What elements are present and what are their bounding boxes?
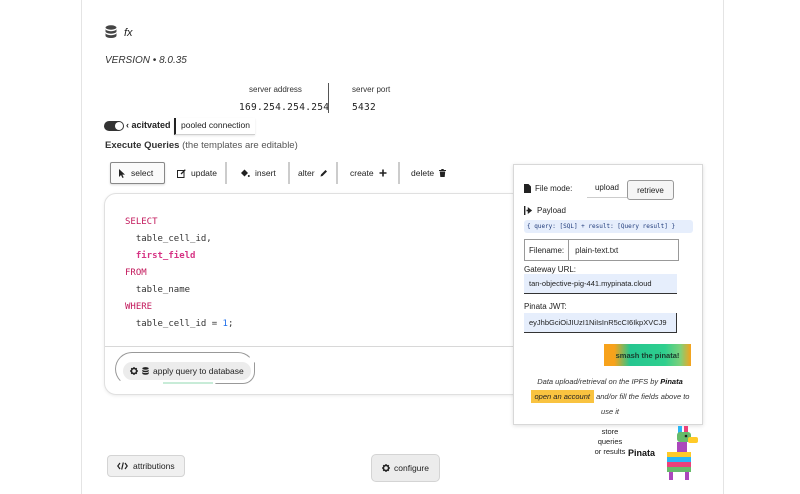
trash-icon [439, 169, 447, 177]
gear-icon [130, 367, 138, 375]
cursor-icon [119, 168, 125, 178]
delete-button[interactable]: delete [404, 162, 454, 184]
database-icon [105, 25, 117, 38]
editor-divider [105, 346, 523, 347]
execute-queries-heading: Execute Queries (the templates are edita… [105, 140, 298, 151]
filename-value[interactable]: plain-text.txt [569, 246, 618, 255]
pinata-info-end: and/or fill the fields above to use it [596, 392, 690, 416]
apply-query-label: apply query to database [153, 366, 244, 376]
code-icon [117, 462, 128, 470]
alter-label: alter [298, 168, 315, 178]
pinata-panel: File mode: upload retrieve Payload { que… [513, 164, 703, 425]
button-separator [225, 162, 227, 184]
button-separator [288, 162, 290, 184]
update-label: update [191, 168, 217, 178]
plus-icon [379, 169, 387, 177]
server-address-label: server address [249, 85, 302, 94]
sql-keyword-where: WHERE [125, 302, 153, 312]
attributions-label: attributions [133, 461, 175, 471]
tab-retrieve[interactable]: retrieve [627, 180, 674, 200]
sql-keyword-select: SELECT [125, 217, 158, 227]
pinata-info: Data upload/retrieval on the IPFS by Pin… [524, 374, 696, 419]
tab-upload[interactable]: upload [587, 178, 627, 198]
store-queries-text: store queries or results [594, 427, 626, 456]
jwt-label: Pinata JWT: [524, 302, 567, 311]
paint-bucket-icon [241, 169, 250, 177]
apply-underline [163, 382, 213, 384]
alter-button[interactable]: alter [291, 162, 338, 184]
function-icon[interactable]: fx [124, 27, 133, 39]
filename-field[interactable]: Filename: plain-text.txt [524, 240, 679, 261]
payload-text: Payload [537, 206, 566, 215]
connection-status-text: acitvated [131, 120, 171, 130]
page-right-border [723, 0, 724, 494]
attributions-button[interactable]: attributions [107, 455, 185, 477]
server-port-value: 5432 [352, 102, 377, 113]
smash-pinata-button[interactable]: smash the pinata! [604, 344, 691, 366]
sql-editor[interactable]: SELECT table_cell_id, first_field FROM t… [104, 193, 524, 395]
payload-value: { query: [SQL] + result: [Query result] … [524, 220, 693, 233]
gateway-url-input[interactable]: tan-objective-pig-441.mypinata.cloud [524, 274, 677, 294]
select-button[interactable]: select [110, 162, 165, 184]
configure-button[interactable]: configure [371, 454, 440, 482]
update-button[interactable]: update [170, 162, 227, 184]
pooled-connection-label[interactable]: pooled connection [174, 118, 256, 135]
jwt-input[interactable]: eyJhbGciOiJIUzI1NiIsInR5cCI6IkpXVCJ9 [524, 313, 677, 333]
edit-icon [177, 168, 186, 178]
page-left-border [81, 0, 82, 494]
file-icon [524, 184, 531, 193]
sql-semicolon: ; [227, 319, 234, 329]
server-address-value: 169.254.254.254 [239, 102, 330, 113]
sql-column-1: table_cell_id, [135, 234, 212, 244]
open-account-link[interactable]: open an account [530, 390, 594, 403]
file-mode-label: File mode: [524, 184, 572, 193]
create-label: create [350, 168, 374, 178]
apply-query-button[interactable]: apply query to database [123, 362, 251, 380]
execute-note: (the templates are editable) [182, 140, 298, 151]
sql-column-2: first_field [135, 251, 196, 261]
sql-table-name: table_name [135, 285, 191, 295]
payload-label: Payload [524, 206, 566, 215]
pencil-icon [320, 170, 327, 177]
version-label: VERSION • 8.0.35 [105, 55, 187, 66]
pinata-llama-icon[interactable] [664, 424, 700, 482]
pinata-brand: Pinata [628, 448, 656, 458]
create-button[interactable]: create [343, 162, 400, 184]
server-port-label: server port [352, 85, 391, 94]
execute-title: Execute Queries [105, 140, 180, 151]
upload-icon [524, 206, 533, 215]
pinata-info-start: Data upload/retrieval on the IPFS by [537, 377, 659, 386]
server-divider [328, 83, 329, 113]
connection-status: ‹ acitvated [126, 120, 171, 130]
database-icon [142, 367, 149, 375]
gateway-url-label: Gateway URL: [524, 265, 577, 274]
delete-label: delete [411, 168, 435, 178]
select-label: select [131, 168, 154, 178]
button-separator [336, 162, 338, 184]
button-separator [398, 162, 400, 184]
file-mode-text: File mode: [535, 184, 573, 193]
insert-button[interactable]: insert [233, 162, 290, 184]
insert-label: insert [255, 168, 276, 178]
gear-icon [382, 464, 390, 472]
connection-toggle[interactable] [104, 121, 124, 131]
sql-condition: table_cell_id = [135, 319, 223, 329]
pinata-info-brand: Pinata [660, 377, 683, 386]
sql-code[interactable]: SELECT table_cell_id, first_field FROM t… [125, 214, 233, 333]
configure-label: configure [394, 463, 429, 473]
filename-label: Filename: [525, 240, 570, 260]
sql-keyword-from: FROM [125, 268, 147, 278]
